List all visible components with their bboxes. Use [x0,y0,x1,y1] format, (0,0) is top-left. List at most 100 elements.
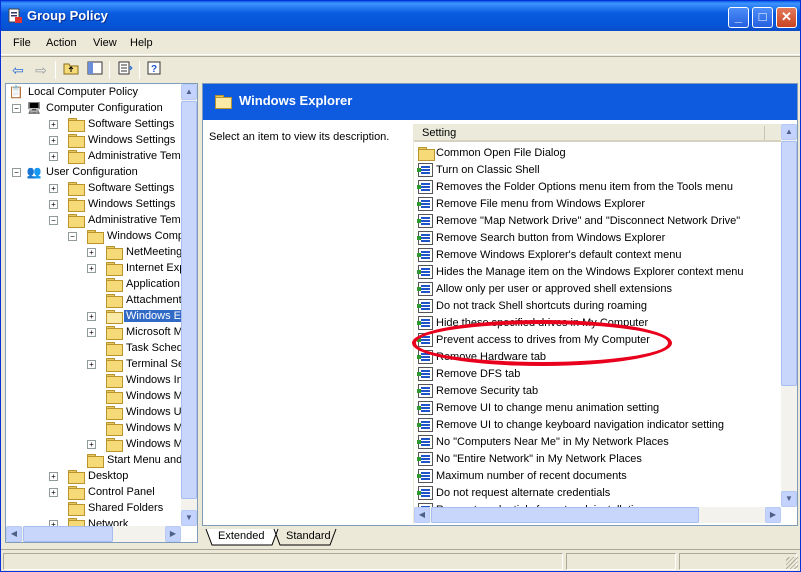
setting-label: Remove DFS tab [436,368,521,380]
menu-help[interactable]: Help [130,37,153,49]
tree-item[interactable]: Application Com [6,277,197,293]
tree-item[interactable]: Windows Updat [6,405,197,421]
setting-row[interactable]: No "Computers Near Me" in My Network Pla… [417,434,780,451]
collapse-icon[interactable]: − [12,168,21,177]
scroll-left-icon[interactable]: ◀ [6,526,22,542]
close-button[interactable]: ✕ [776,7,797,28]
expand-icon[interactable]: + [49,488,58,497]
expand-icon[interactable]: + [49,200,58,209]
column-header-setting[interactable]: Setting [422,127,456,139]
tree-item[interactable]: + Internet Explore [6,261,197,277]
expand-icon[interactable]: + [87,360,96,369]
policy-setting-icon [417,265,433,279]
tree-vertical-scrollbar[interactable]: ▲ ▼ [181,84,197,526]
forward-icon[interactable]: ⇨ [31,60,51,80]
tree-item[interactable]: Windows Installe [6,373,197,389]
tree-item[interactable]: − 👥 User Configuration [6,165,181,181]
scroll-left-icon[interactable]: ◀ [414,507,430,523]
expand-icon[interactable]: + [49,472,58,481]
scroll-down-icon[interactable]: ▼ [781,491,797,507]
collapse-icon[interactable]: − [49,216,58,225]
tree-item[interactable]: + Windows Settings [6,133,181,149]
tree-item[interactable]: + Windows Explor [6,309,197,325]
scroll-thumb[interactable] [431,507,699,523]
tree-item[interactable]: Start Menu and Tasl [6,453,197,469]
tree-item[interactable]: 📋 Local Computer Policy [6,85,181,101]
setting-row[interactable]: No "Entire Network" in My Network Places [417,451,780,468]
setting-row[interactable]: Remove Security tab [417,383,780,400]
tree-item[interactable]: + Software Settings [6,117,181,133]
tree-item[interactable]: + Windows Media [6,437,197,453]
setting-row[interactable]: Remove UI to change menu animation setti… [417,400,780,417]
menu-action[interactable]: Action [46,37,77,49]
tree-item[interactable]: + NetMeeting [6,245,182,261]
setting-row[interactable]: Maximum number of recent documents [417,468,780,485]
setting-row[interactable]: Common Open File Dialog [418,145,780,162]
scroll-thumb[interactable] [23,526,113,542]
tree-item[interactable]: + Windows Settings [6,197,181,213]
tab-standard[interactable]: Standard [278,528,339,546]
expand-icon[interactable]: + [49,152,58,161]
expand-icon[interactable]: + [87,440,96,449]
tree-item[interactable]: Task Scheduler [6,341,197,357]
setting-row[interactable]: Remove DFS tab [417,366,780,383]
scroll-up-icon[interactable]: ▲ [781,124,797,140]
setting-row[interactable]: Remove File menu from Windows Explorer [417,196,780,213]
scroll-thumb[interactable] [181,101,197,499]
setting-row[interactable]: Remove Windows Explorer's default contex… [417,247,780,264]
tree-item[interactable]: − Administrative Template [6,213,197,229]
column-divider[interactable] [764,126,765,140]
expand-icon[interactable]: + [87,264,96,273]
scroll-thumb[interactable] [781,141,797,386]
tree-item[interactable]: +Terminal Service [6,357,197,373]
expand-icon[interactable]: + [87,328,96,337]
list-vertical-scrollbar[interactable]: ▲ ▼ [781,124,797,507]
tree-item[interactable]: + Administrative Template [6,149,197,165]
setting-row[interactable]: Allow only per user or approved shell ex… [417,281,780,298]
scroll-right-icon[interactable]: ▶ [165,526,181,542]
setting-row[interactable]: Hides the Manage item on the Windows Exp… [417,264,780,281]
setting-row[interactable]: Removes the Folder Options menu item fro… [417,179,780,196]
tree-item[interactable]: + Control Panel [6,485,181,501]
help-icon[interactable]: ? [145,60,165,80]
expand-icon[interactable]: + [87,248,96,257]
tree-item[interactable]: +Microsoft Manag [6,325,197,341]
setting-row[interactable]: Remove "Map Network Drive" and "Disconne… [417,213,780,230]
collapse-icon[interactable]: − [68,232,77,241]
setting-row[interactable]: Remove UI to change keyboard navigation … [417,417,780,434]
setting-row[interactable]: Turn on Classic Shell [417,162,780,179]
tree-item[interactable]: + Desktop [6,469,181,485]
up-folder-icon[interactable] [61,60,81,80]
expand-icon[interactable]: + [49,184,58,193]
menu-file[interactable]: File [13,37,31,49]
tree-item[interactable]: + Software Settings [6,181,181,197]
tree-item[interactable]: Shared Folders [6,501,181,517]
menu-view[interactable]: View [93,37,117,49]
minimize-button[interactable]: _ [728,7,749,28]
setting-row[interactable]: Remove Search button from Windows Explor… [417,230,780,247]
scroll-down-icon[interactable]: ▼ [181,510,197,526]
maximize-button[interactable]: □ [752,7,773,28]
policy-setting-icon [417,367,433,381]
resize-grip[interactable] [786,557,798,569]
tree-item[interactable]: Windows Movie [6,421,197,437]
expand-icon[interactable]: + [49,136,58,145]
setting-row[interactable]: Do not request alternate credentials [417,485,780,502]
tree-item[interactable]: − Windows Componer [6,229,197,245]
tree-item[interactable]: Attachment Mar [6,293,197,309]
scroll-right-icon[interactable]: ▶ [765,507,781,523]
export-list-icon[interactable] [115,60,135,80]
tree-item[interactable]: Windows Messe [6,389,197,405]
show-hide-tree-icon[interactable] [85,60,105,80]
expand-icon[interactable]: + [49,120,58,129]
collapse-icon[interactable]: − [12,104,21,113]
tab-extended[interactable]: Extended [210,528,272,546]
back-icon[interactable]: ⇦ [8,60,28,80]
scroll-up-icon[interactable]: ▲ [181,84,197,100]
setting-row[interactable]: Do not track Shell shortcuts during roam… [417,298,780,315]
expand-icon[interactable]: + [87,312,96,321]
list-horizontal-scrollbar[interactable]: ◀ ▶ [414,507,781,523]
tree-item[interactable]: − 🖥 Computer Configuration [6,101,181,117]
title-bar[interactable]: Group Policy _ □ ✕ [1,1,800,31]
tree-horizontal-scrollbar[interactable]: ◀ ▶ [6,526,181,542]
